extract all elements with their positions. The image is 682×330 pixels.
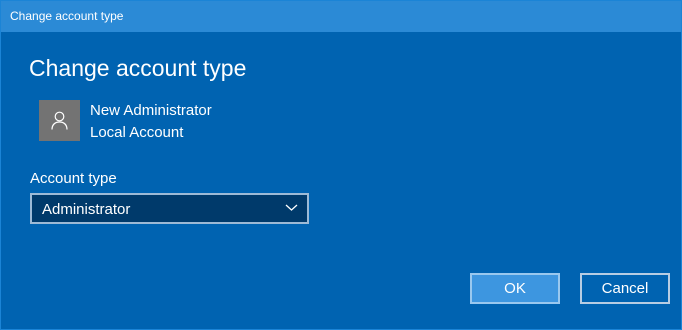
cancel-button[interactable]: Cancel — [580, 273, 670, 304]
account-kind: Local Account — [90, 124, 184, 141]
avatar — [39, 100, 80, 141]
account-name: New Administrator — [90, 102, 212, 119]
title-bar[interactable]: Change account type — [1, 1, 681, 32]
user-icon — [51, 111, 68, 130]
account-type-dropdown[interactable]: Administrator — [30, 193, 309, 224]
dialog-heading: Change account type — [29, 55, 247, 81]
ok-button[interactable]: OK — [470, 273, 560, 304]
change-account-type-window: Change account type Change account type … — [0, 0, 682, 330]
account-type-selected-value: Administrator — [42, 201, 131, 218]
window-title: Change account type — [10, 9, 124, 23]
account-type-label: Account type — [30, 170, 117, 187]
chevron-down-icon — [285, 204, 298, 211]
